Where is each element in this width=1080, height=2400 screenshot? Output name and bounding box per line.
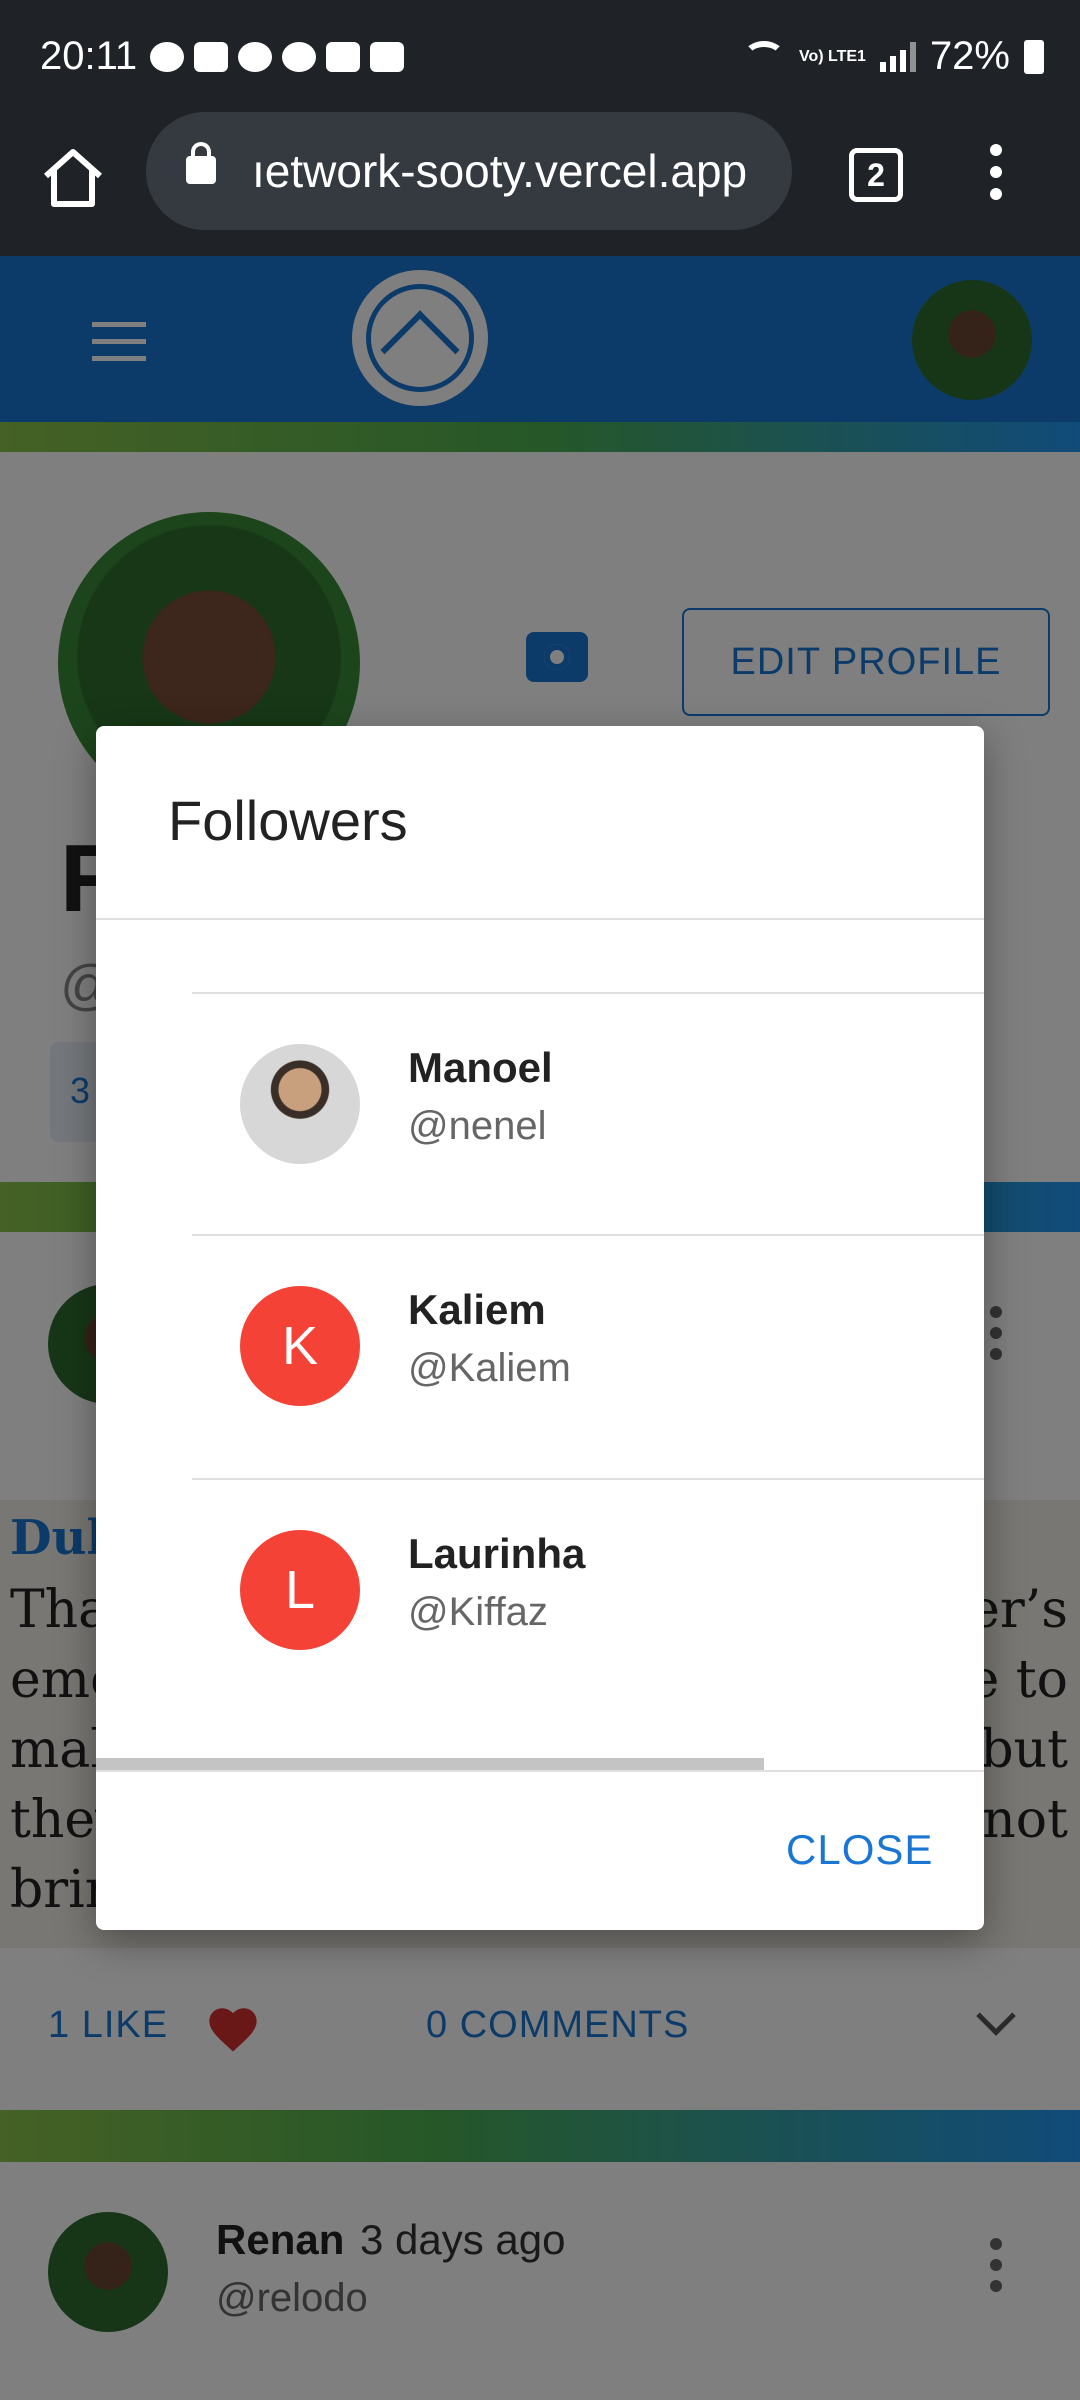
dialog-divider <box>96 918 984 920</box>
whatsapp-icon <box>150 42 184 72</box>
follower-handle: @Kaliem <box>408 1346 571 1390</box>
notification-icons <box>150 42 404 72</box>
follower-avatar <box>240 1044 360 1164</box>
home-icon[interactable] <box>38 142 108 212</box>
follower-avatar: L <box>240 1530 360 1650</box>
dialog-title: Followers <box>168 789 408 852</box>
battery-percent: 72% <box>929 34 1010 78</box>
close-button[interactable]: CLOSE <box>786 1826 933 1874</box>
followers-dialog: Followers Manoel @nenel K Kaliem @Kaliem… <box>96 726 984 1930</box>
url-bar[interactable]: ıetwork-sooty.vercel.app <box>146 112 792 230</box>
follower-item[interactable]: K Kaliem @Kaliem <box>96 1236 984 1478</box>
status-bar: 20:11 Vo) LTE1 72% <box>0 0 1080 112</box>
lock-icon <box>186 142 216 184</box>
youtube-icon <box>326 42 360 72</box>
url-text: ıetwork-sooty.vercel.app <box>252 145 748 197</box>
status-time: 20:11 <box>40 34 138 78</box>
browser-toolbar: ıetwork-sooty.vercel.app 2 <box>0 112 1080 256</box>
browser-menu-icon[interactable] <box>982 144 1010 208</box>
follower-name: Laurinha <box>408 1530 586 1577</box>
status-right: Vo) LTE1 72% <box>742 34 1044 79</box>
reddit-icon <box>282 42 316 72</box>
reddit-icon <box>238 42 272 72</box>
ge-icon <box>370 42 404 72</box>
signal-icon <box>879 41 916 72</box>
tab-switcher-button[interactable]: 2 <box>849 148 903 202</box>
follower-handle: @Kiffaz <box>408 1590 548 1634</box>
follower-handle: @nenel <box>408 1104 547 1148</box>
volte-indicator: Vo) LTE1 <box>798 47 866 65</box>
battery-icon <box>1024 39 1044 74</box>
follower-name: Manoel <box>408 1044 553 1091</box>
follower-item[interactable]: L Laurinha @Kiffaz <box>96 1480 984 1722</box>
follower-avatar: K <box>240 1286 360 1406</box>
follower-name: Kaliem <box>408 1286 546 1333</box>
wifi-icon <box>742 40 785 73</box>
dialog-divider <box>96 1770 984 1772</box>
youtube-icon <box>194 42 228 72</box>
follower-item[interactable]: Manoel @nenel <box>96 994 984 1236</box>
